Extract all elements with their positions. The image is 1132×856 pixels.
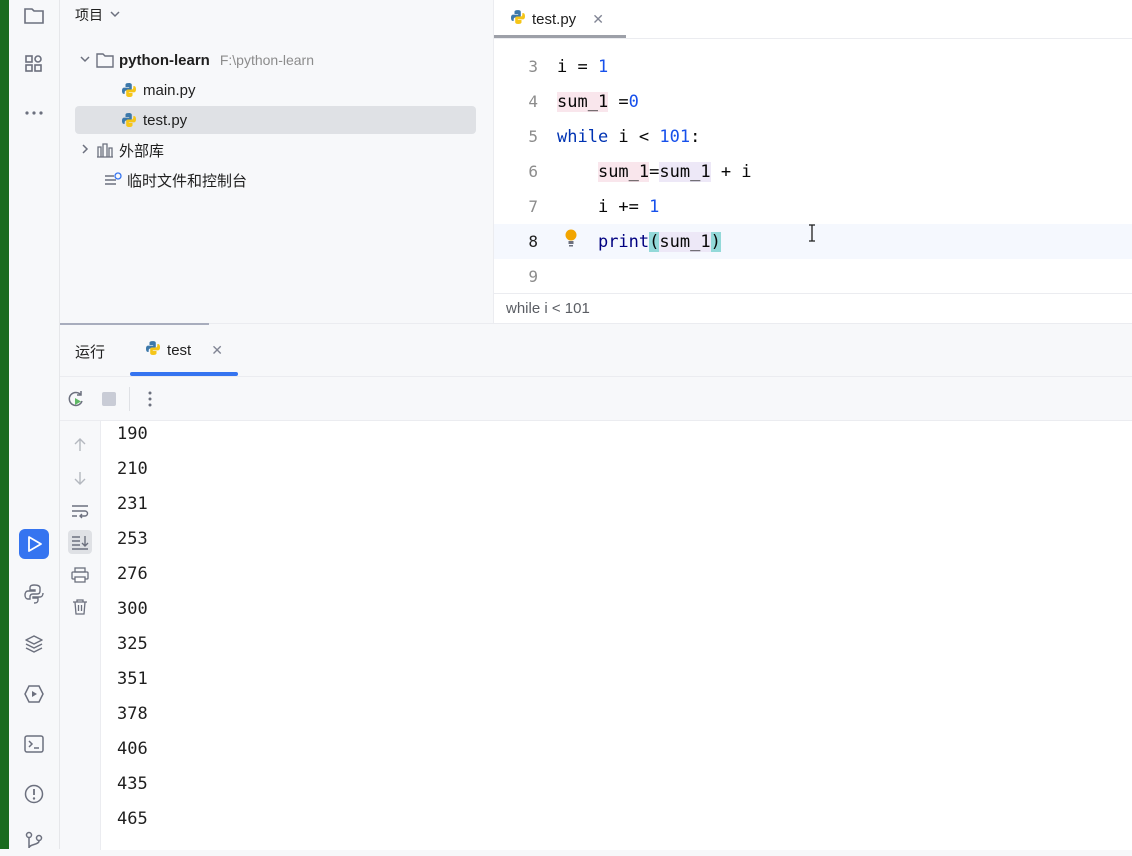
tree-item-scratches[interactable]: 临时文件和控制台 <box>75 166 476 194</box>
tab-label: test.py <box>532 10 577 28</box>
line-number: 9 <box>528 267 538 286</box>
python-file-icon <box>145 340 161 360</box>
problems-icon[interactable] <box>19 779 49 809</box>
editor-tab-bar: test.py ✕ <box>494 0 1132 39</box>
run-panel-title: 运行 <box>75 344 106 361</box>
code-line[interactable]: 5 while i < 101: <box>494 119 1132 154</box>
line-number: 8 <box>528 232 538 251</box>
library-icon <box>95 142 115 158</box>
tree-item-test-py[interactable]: test.py <box>75 106 476 134</box>
code-line[interactable]: 9 <box>494 259 1132 294</box>
console-output-line: 300 <box>117 599 148 619</box>
code-line[interactable]: 3 i = 1 <box>494 49 1132 84</box>
project-panel-header[interactable]: 项目 <box>75 5 121 25</box>
project-panel: 项目 python-learn F:\python-learn main.py … <box>60 0 492 323</box>
line-number: 7 <box>528 197 538 216</box>
breadcrumb[interactable]: while i < 101 <box>494 293 1132 323</box>
arrow-down-icon[interactable] <box>68 466 92 490</box>
code-text: i = 1 <box>557 56 609 77</box>
console-output-line: 231 <box>117 494 148 514</box>
run-toolbar <box>60 377 1132 421</box>
text-cursor-icon <box>809 224 815 242</box>
file-name: main.py <box>143 81 196 99</box>
close-icon[interactable]: ✕ <box>592 11 604 28</box>
close-icon[interactable]: ✕ <box>211 342 223 359</box>
project-panel-title: 项目 <box>75 7 103 23</box>
line-number: 6 <box>528 162 538 181</box>
code-text: sum_1 =0 <box>557 91 639 112</box>
code-text: while i < 101: <box>557 126 701 147</box>
run-panel: 运行 test ✕ 190 210 231 253 276 300 325 35… <box>60 323 1132 850</box>
lightbulb-icon[interactable] <box>564 228 578 253</box>
code-text: print(sum_1) <box>597 231 721 252</box>
structure-icon[interactable] <box>19 49 49 79</box>
console-output-line: 325 <box>117 634 148 654</box>
scroll-to-end-icon[interactable] <box>68 530 92 554</box>
active-tab-indicator <box>130 372 238 376</box>
scratches-label: 临时文件和控制台 <box>127 172 248 190</box>
layers-icon[interactable] <box>19 629 49 659</box>
more-options-icon[interactable] <box>138 387 162 411</box>
tab-test[interactable]: test ✕ <box>130 324 238 376</box>
console-output-line: 253 <box>117 529 148 549</box>
more-icon[interactable] <box>19 98 49 128</box>
console-output-line: 435 <box>117 774 148 794</box>
console-output-line: 190 <box>117 424 148 444</box>
external-libs-label: 外部库 <box>119 142 165 160</box>
code-text: i += 1 <box>597 196 660 217</box>
scratches-icon <box>103 172 123 188</box>
project-folder-icon[interactable] <box>19 0 49 30</box>
line-number: 5 <box>528 127 538 146</box>
chevron-down-icon[interactable] <box>75 53 95 68</box>
code-line[interactable]: 6 sum_1=sum_1 + i <box>494 154 1132 189</box>
console-output-line: 378 <box>117 704 148 724</box>
folder-icon <box>95 52 115 68</box>
breadcrumb-item[interactable]: while i < 101 <box>506 300 590 317</box>
window-edge <box>0 0 9 849</box>
console-output-line: 276 <box>117 564 148 584</box>
python-file-icon <box>510 9 526 29</box>
python-file-icon <box>119 112 139 128</box>
line-number: 4 <box>528 92 538 111</box>
print-icon[interactable] <box>68 563 92 587</box>
chevron-down-icon[interactable] <box>109 7 121 23</box>
code-line[interactable]: 7 i += 1 <box>494 189 1132 224</box>
console-output-line: 210 <box>117 459 148 479</box>
console-output-line: 351 <box>117 669 148 689</box>
editor[interactable]: test.py ✕ 3 i = 1 4 sum_1 =0 5 while i <… <box>493 0 1132 323</box>
services-icon[interactable] <box>19 679 49 709</box>
tab-label: test <box>167 341 192 359</box>
trash-icon[interactable] <box>68 595 92 619</box>
git-icon[interactable] <box>19 826 49 856</box>
tree-item-main-py[interactable]: main.py <box>75 76 476 104</box>
activity-bar <box>9 0 60 849</box>
active-tab-indicator <box>494 35 626 38</box>
tab-test-py[interactable]: test.py ✕ <box>494 0 626 38</box>
arrow-up-icon[interactable] <box>68 433 92 457</box>
tree-item-external-libs[interactable]: 外部库 <box>75 136 476 164</box>
console-output-line: 406 <box>117 739 148 759</box>
toolbar-separator <box>129 387 130 411</box>
tree-item-project-root[interactable]: python-learn F:\python-learn <box>75 46 476 74</box>
python-console-icon[interactable] <box>19 579 49 609</box>
line-number: 3 <box>528 57 538 76</box>
run-icon[interactable] <box>19 529 49 559</box>
code-line[interactable]: 4 sum_1 =0 <box>494 84 1132 119</box>
console-output-line: 465 <box>117 809 148 829</box>
python-file-icon <box>119 82 139 98</box>
terminal-icon[interactable] <box>19 729 49 759</box>
rerun-icon[interactable] <box>64 387 88 411</box>
file-name: test.py <box>143 111 188 129</box>
run-tab-bar: 运行 test ✕ <box>60 323 1132 377</box>
code-text: sum_1=sum_1 + i <box>597 161 752 182</box>
stop-icon[interactable] <box>97 387 121 411</box>
soft-wrap-icon[interactable] <box>68 499 92 523</box>
chevron-right-icon[interactable] <box>75 143 95 158</box>
project-root-name: python-learn <box>119 51 210 69</box>
console-side-toolbar <box>60 421 101 850</box>
project-root-path: F:\python-learn <box>219 52 315 68</box>
